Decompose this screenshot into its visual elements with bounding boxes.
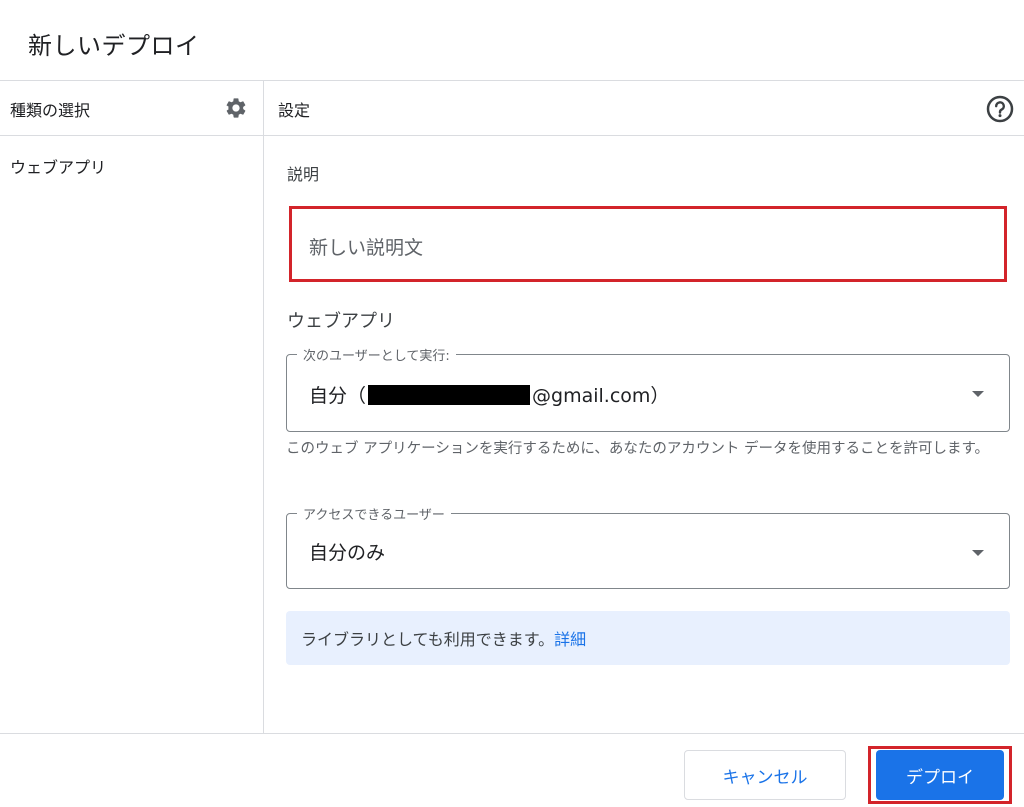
gear-icon[interactable]: [224, 96, 248, 120]
description-label: 説明: [287, 165, 320, 184]
access-value: 自分のみ: [309, 542, 386, 564]
divider-vertical: [263, 81, 264, 733]
divider-header: [0, 135, 1024, 136]
execute-as-value-prefix: 自分（: [309, 385, 367, 407]
type-item-webapp[interactable]: ウェブアプリ: [10, 154, 106, 178]
description-value: 新しい説明文: [309, 237, 424, 259]
divider-top: [0, 80, 1024, 81]
execute-as-legend: 次のユーザーとして実行:: [297, 345, 456, 364]
settings-header: 設定: [278, 101, 311, 120]
divider-footer: [0, 733, 1024, 734]
description-input[interactable]: 新しい説明文: [289, 206, 1007, 282]
type-select-header: 種類の選択: [10, 101, 91, 120]
banner-message: ライブラリとしても利用できます。: [301, 630, 555, 649]
banner-text: ライブラリとしても利用できます。詳細: [301, 626, 586, 650]
execute-as-select[interactable]: 次のユーザーとして実行: 自分（ @gmail.com）: [286, 345, 1010, 432]
help-icon[interactable]: [985, 94, 1015, 124]
access-select[interactable]: アクセスできるユーザー 自分のみ: [286, 504, 1010, 589]
details-link[interactable]: 詳細: [554, 630, 586, 649]
execute-as-value: 自分（ @gmail.com）: [309, 381, 669, 408]
dialog-title: 新しいデプロイ: [28, 32, 200, 60]
webapp-section-title: ウェブアプリ: [287, 311, 395, 332]
library-info-banner: ライブラリとしても利用できます。詳細: [286, 611, 1010, 665]
execute-as-hint: このウェブ アプリケーションを実行するために、あなたのアカウント データを使用す…: [286, 441, 990, 457]
chevron-down-icon: [972, 391, 984, 397]
execute-as-value-suffix: @gmail.com）: [532, 385, 670, 407]
cancel-button[interactable]: キャンセル: [684, 750, 846, 800]
chevron-down-icon: [972, 550, 984, 556]
deploy-button[interactable]: デプロイ: [876, 750, 1004, 800]
redacted-email: [368, 384, 531, 405]
access-legend: アクセスできるユーザー: [297, 504, 451, 523]
